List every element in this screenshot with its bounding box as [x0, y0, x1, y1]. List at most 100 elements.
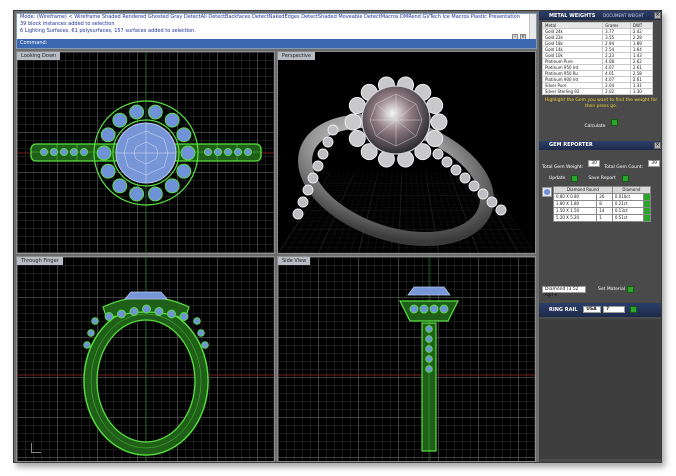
- gem-stone: [104, 312, 114, 321]
- gem-stone: [307, 172, 319, 184]
- center-stone-profile: [124, 291, 168, 300]
- calculate-label: Calculate: [584, 124, 606, 129]
- gem-select-button[interactable]: [643, 214, 651, 222]
- gem-stone: [426, 130, 444, 147]
- gem-stone: [459, 172, 471, 184]
- gem-stone: [179, 312, 189, 321]
- gem-stone: [39, 147, 49, 157]
- metal-table-cell: Silver Sterling 92: [541, 88, 604, 95]
- gem-table-cell: 14: [596, 207, 613, 215]
- gem-stone: [100, 163, 116, 179]
- gem-stone: [147, 104, 163, 120]
- command-history-line: Mode: (Wireframe) < Wireframe Shaded Ren…: [20, 14, 520, 20]
- viewport-side[interactable]: Side View: [277, 256, 536, 462]
- viewport-title[interactable]: Through Finger: [17, 257, 63, 265]
- gem-stone: [243, 147, 253, 157]
- gem-table-row[interactable]: 1.50 X 1.50 14 0.13ct: [552, 207, 651, 215]
- gem-stone: [87, 329, 95, 337]
- gem-table-cell: 1.80 X 1.80: [552, 200, 598, 208]
- gem-stone: [201, 341, 209, 349]
- gem-stone: [317, 148, 329, 160]
- viewport-title[interactable]: Side View: [278, 257, 311, 265]
- save-report-button[interactable]: [621, 175, 629, 182]
- gem-shape-header: Diamond Round: [553, 186, 613, 194]
- gem-select-button[interactable]: [643, 207, 651, 215]
- gem-stone: [348, 130, 366, 147]
- gem-reporter-title: GEM REPORTER: [549, 142, 593, 148]
- gem-stone: [425, 325, 433, 333]
- gem-stone: [83, 341, 91, 349]
- metal-weights-table: Metal Grams DWT Gold 24k 3.77 2.42 Gold 22k 3.…: [541, 22, 654, 95]
- gem-stone: [49, 147, 59, 157]
- gem-table-cell: 26: [596, 193, 613, 201]
- calculate-row: Calculate: [539, 112, 661, 131]
- gem-stone: [180, 145, 196, 161]
- gem-stone: [441, 156, 453, 168]
- gem-stone: [486, 196, 498, 208]
- gem-stone: [425, 335, 433, 343]
- ring-rendered-view: [292, 76, 507, 247]
- gem-stone: [477, 188, 489, 200]
- gem-stone: [409, 304, 419, 314]
- gem-stone: [322, 136, 334, 148]
- gem-stone: [213, 147, 223, 157]
- gem-stone: [129, 104, 145, 120]
- command-history-line: 6 Lighting Surfaces, 61 polysurfaces, 15…: [20, 28, 196, 34]
- halo-head-side: [399, 300, 459, 322]
- gem-stone: [69, 147, 79, 157]
- viewport-title[interactable]: Perspective: [278, 52, 315, 60]
- command-input[interactable]: Command:: [17, 39, 536, 48]
- command-history-panel: Mode: (Wireframe) < Wireframe Shaded Ren…: [16, 13, 537, 49]
- close-icon[interactable]: ×: [654, 142, 661, 149]
- viewport-axis-icon: [31, 443, 41, 453]
- gem-table-row[interactable]: 0.80 X 0.80 26 0.010ct: [552, 193, 651, 201]
- viewport-top[interactable]: Looking Down: [16, 51, 275, 254]
- gem-stone: [167, 309, 176, 319]
- metal-table-row[interactable]: Silver Sterling 92 2.02 1.30: [541, 88, 654, 95]
- gem-table-cell: 0.51ct: [611, 214, 645, 222]
- gem-select-button[interactable]: [643, 193, 651, 201]
- viewport-perspective[interactable]: Perspective: [277, 51, 536, 254]
- update-button[interactable]: [571, 175, 579, 182]
- gem-select-button[interactable]: [643, 200, 651, 208]
- ring-rail-go-button[interactable]: [629, 306, 637, 313]
- gem-stone: [91, 317, 99, 325]
- gem-table-row[interactable]: 5.20 X 5.20 1 0.51ct: [552, 214, 651, 222]
- ring-size-select[interactable]: 7: [603, 306, 626, 313]
- metal-weights-subtitle: DOCUMENT WEIGHT: [603, 13, 644, 18]
- gem-table-cell: 1: [596, 214, 613, 222]
- gem-table-cell: 0.21ct: [611, 200, 645, 208]
- command-scrollbar[interactable]: [529, 14, 536, 41]
- gem-stone-header: Diamond: [611, 186, 652, 194]
- set-material-button[interactable]: [627, 286, 635, 293]
- gem-stone: [450, 164, 462, 176]
- viewport-title[interactable]: Looking Down: [17, 52, 61, 60]
- gem-stone: [439, 304, 449, 314]
- total-gem-count-value: 39: [648, 160, 660, 167]
- viewport-front[interactable]: Through Finger: [16, 256, 275, 462]
- gem-stone: [96, 145, 112, 161]
- gem-stone: [344, 113, 362, 131]
- calculate-button[interactable]: [610, 119, 618, 126]
- save-report-label: Save Report: [588, 176, 616, 181]
- gem-stone: [164, 112, 180, 128]
- material-select[interactable]: Diamond (3.52 sgi) ▾: [542, 286, 586, 298]
- gem-table-cell: 0.80 X 0.80: [552, 193, 598, 201]
- cad-application-window: Mode: (Wireframe) < Wireframe Shaded Ren…: [13, 10, 662, 463]
- set-material-label: Set Material: [598, 287, 626, 292]
- gem-stone: [432, 148, 444, 160]
- close-icon[interactable]: ×: [654, 12, 661, 19]
- ring-front-wireframe: [17, 257, 274, 461]
- gem-stone: [147, 186, 163, 202]
- gem-table: Diamond Round Diamond 0.80 X 0.80 26 0.010…: [552, 186, 652, 222]
- gem-stone: [197, 329, 205, 337]
- gem-stone: [297, 196, 309, 208]
- gem-stone: [112, 112, 128, 128]
- gem-weight-hint: Highlight the Gem you want to find the w…: [544, 98, 658, 109]
- ring-side-wireframe: [278, 257, 535, 461]
- gem-stone: [430, 113, 448, 131]
- size-system-select[interactable]: USA: [583, 306, 602, 313]
- gem-table-row[interactable]: 1.80 X 1.80 8 0.21ct: [552, 200, 651, 208]
- material-row: Diamond (3.52 sgi) ▾ Set Material: [539, 222, 661, 298]
- gem-table-cell: 1.50 X 1.50: [552, 207, 598, 215]
